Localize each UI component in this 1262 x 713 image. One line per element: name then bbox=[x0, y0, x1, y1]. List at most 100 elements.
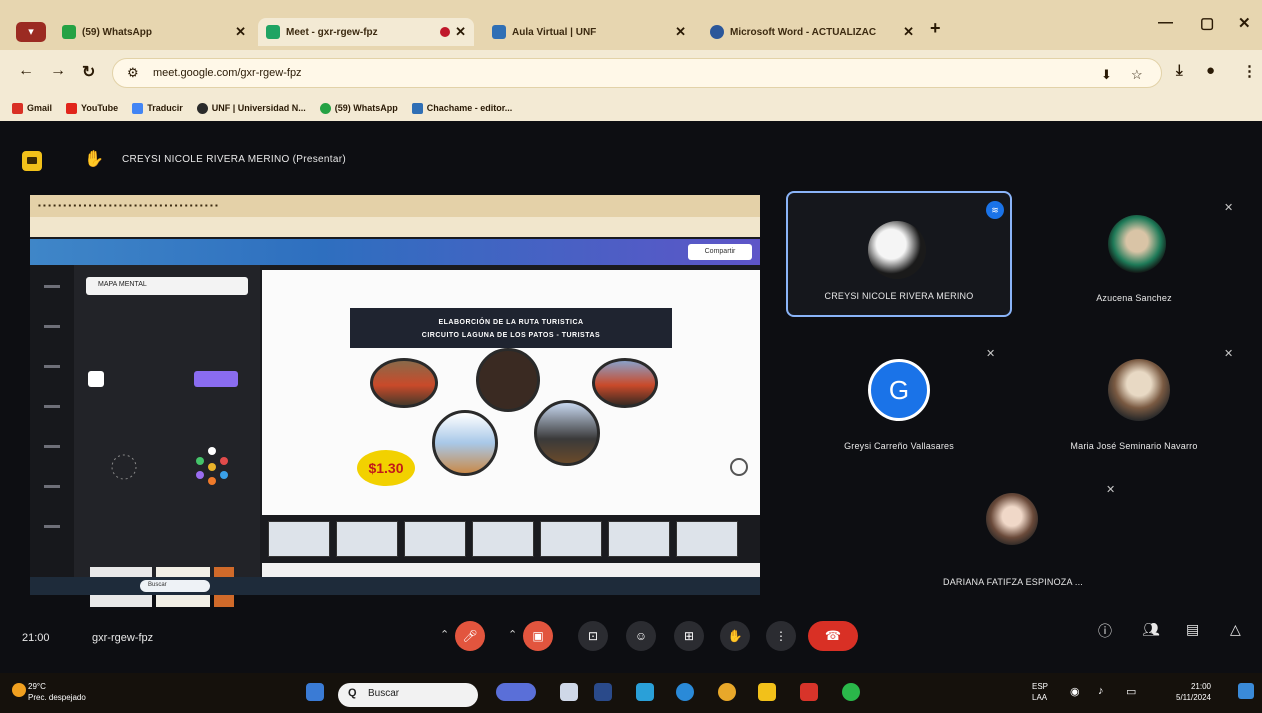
file-explorer-icon[interactable] bbox=[758, 683, 776, 701]
shared-taskbar-search: Buscar bbox=[140, 580, 210, 592]
shared-browser-tabs: ▪ ▪ ▪ ▪ ▪ ▪ ▪ ▪ ▪ ▪ ▪ ▪ ▪ ▪ ▪ ▪ ▪ ▪ ▪ ▪ … bbox=[30, 195, 760, 217]
close-icon[interactable]: ✕ bbox=[675, 24, 686, 40]
volume-icon[interactable]: ♪ bbox=[1098, 685, 1104, 697]
participant-name: CREYSI NICOLE RIVERA MERINO bbox=[824, 291, 974, 301]
canva-left-rail bbox=[30, 265, 74, 595]
tab-title: (59) WhatsApp bbox=[82, 26, 152, 38]
close-icon[interactable]: ✕ bbox=[455, 24, 466, 40]
emoji-button[interactable]: ☺ bbox=[626, 621, 656, 651]
chat-icon[interactable]: ▤ bbox=[1186, 621, 1199, 638]
tab-meet[interactable]: Meet - gxr-rgew-fpz ✕ bbox=[258, 18, 474, 46]
widget-icon[interactable] bbox=[496, 683, 536, 701]
info-icon[interactable]: ⓘ bbox=[1098, 621, 1112, 641]
close-icon[interactable]: ✕ bbox=[235, 24, 246, 40]
download-icon[interactable]: ⬇ bbox=[1101, 67, 1112, 83]
participant-tile[interactable]: ✕ Maria José Seminario Navarro bbox=[1024, 339, 1244, 465]
bookmark-unf[interactable]: UNF | Universidad N... bbox=[196, 102, 306, 114]
slide-photo bbox=[432, 410, 498, 476]
close-window-icon[interactable]: ✕ bbox=[1238, 14, 1251, 32]
avatar bbox=[986, 493, 1038, 545]
mic-off-icon: ✕ bbox=[986, 348, 996, 360]
more-options-button[interactable]: ⋮ bbox=[766, 621, 796, 651]
canva-bottom-bar bbox=[262, 563, 760, 577]
windows-start-icon[interactable] bbox=[306, 683, 324, 701]
bookmark-traducir[interactable]: Traducir bbox=[132, 102, 183, 114]
bookmark-chachame[interactable]: Chachame - editor... bbox=[411, 102, 513, 114]
lang-layout: LAA bbox=[1032, 693, 1048, 702]
tab-word[interactable]: Microsoft Word - ACTUALIZAC ✕ bbox=[702, 18, 922, 46]
clock-date: 5/11/2024 bbox=[1176, 693, 1211, 702]
minimize-icon[interactable]: — bbox=[1158, 14, 1173, 31]
downloads-icon[interactable]: ⤓ bbox=[1176, 62, 1183, 79]
notification-icon[interactable] bbox=[1238, 683, 1254, 699]
participant-tile-presenter[interactable]: ≋ CREYSI NICOLE RIVERA MERINO bbox=[786, 191, 1012, 317]
browser-toolbar: ← → ↻ ⚙ meet.google.com/gxr-rgew-fpz ⬇ ☆… bbox=[0, 50, 1262, 95]
bookmark-label: UNF | Universidad N... bbox=[211, 103, 306, 113]
present-screen-button[interactable]: ⊞ bbox=[674, 621, 704, 651]
bookmark-whatsapp[interactable]: (59) WhatsApp bbox=[319, 102, 398, 114]
bookmark-label: Chachame - editor... bbox=[426, 103, 513, 113]
task-view-icon[interactable] bbox=[560, 683, 578, 701]
participant-tile[interactable]: ✕ DARIANA FATIFZA ESPINOZA ... bbox=[900, 475, 1126, 601]
chrome-icon[interactable] bbox=[718, 683, 736, 701]
back-icon[interactable]: ← bbox=[18, 62, 34, 80]
app-icon[interactable] bbox=[594, 683, 612, 701]
shared-screen[interactable]: ▪ ▪ ▪ ▪ ▪ ▪ ▪ ▪ ▪ ▪ ▪ ▪ ▪ ▪ ▪ ▪ ▪ ▪ ▪ ▪ … bbox=[30, 195, 760, 607]
bookmark-youtube[interactable]: YouTube bbox=[66, 102, 118, 114]
leave-call-button[interactable]: ☎ bbox=[808, 621, 858, 651]
participant-tile[interactable]: ✕ G Greysi Carreño Vallasares bbox=[786, 339, 1012, 465]
participant-tile[interactable]: ✕ Azucena Sanchez bbox=[1024, 191, 1244, 317]
chevron-up-icon[interactable]: ⌃ bbox=[508, 628, 517, 641]
gmail-icon bbox=[12, 102, 23, 114]
whatsapp-icon bbox=[62, 25, 76, 39]
windows-taskbar: 29°C Prec. despejado Q Buscar ESP LAA ◉ … bbox=[0, 673, 1262, 713]
taskbar-clock[interactable]: 21:00 5/11/2024 bbox=[1176, 681, 1211, 703]
menu-icon[interactable]: ⋮ bbox=[1242, 62, 1257, 80]
camera-toggle-button[interactable]: ▣ bbox=[523, 621, 553, 651]
price-badge: $1.30 bbox=[357, 450, 415, 486]
tab-whatsapp[interactable]: (59) WhatsApp ✕ bbox=[54, 18, 254, 46]
reload-icon[interactable]: ↻ bbox=[82, 62, 95, 82]
slide-title-line2: CIRCUITO LAGUNA DE LOS PATOS - TURISTAS bbox=[421, 332, 601, 339]
site-settings-icon[interactable]: ⚙ bbox=[127, 65, 139, 81]
raise-hand-button[interactable]: ✋ bbox=[720, 621, 750, 651]
shared-url-bar bbox=[30, 217, 760, 237]
taskbar-search[interactable]: Q Buscar bbox=[338, 683, 478, 707]
audio-wave-icon: ≋ bbox=[986, 201, 1004, 219]
store-icon[interactable] bbox=[636, 683, 654, 701]
bookmark-star-icon[interactable]: ☆ bbox=[1131, 67, 1143, 83]
bookmark-gmail[interactable]: Gmail bbox=[12, 102, 52, 114]
canva-header: Compartir bbox=[30, 239, 760, 265]
language-indicator[interactable]: ESP LAA bbox=[1032, 681, 1048, 703]
activities-icon[interactable]: △ bbox=[1230, 621, 1241, 638]
clock-time: 21:00 bbox=[1190, 682, 1211, 691]
mic-toggle-button[interactable]: 🎤︎ bbox=[455, 621, 485, 651]
maximize-icon[interactable]: ▢ bbox=[1200, 14, 1214, 32]
people-icon[interactable]: 👥︎ bbox=[1142, 621, 1160, 638]
profile-icon[interactable]: ● bbox=[1206, 62, 1215, 79]
presenter-label: CREYSI NICOLE RIVERA MERINO (Presentar) bbox=[122, 154, 346, 165]
wifi-icon[interactable]: ◉ bbox=[1070, 685, 1080, 698]
presentation-icon bbox=[22, 151, 42, 171]
close-icon[interactable]: ✕ bbox=[903, 24, 914, 40]
canva-elements-panel: MAPA MENTAL bbox=[74, 265, 260, 607]
participant-name: Azucena Sanchez bbox=[1096, 293, 1172, 303]
forward-icon[interactable]: → bbox=[50, 62, 66, 80]
translate-icon bbox=[132, 102, 144, 114]
whatsapp-taskbar-icon[interactable] bbox=[842, 683, 860, 701]
tab-aula-virtual[interactable]: Aula Virtual | UNF ✕ bbox=[484, 18, 694, 46]
battery-icon[interactable]: ▭ bbox=[1126, 685, 1136, 698]
new-tab-icon[interactable]: + bbox=[930, 18, 941, 39]
weather-widget[interactable]: 29°C Prec. despejado bbox=[28, 681, 86, 703]
recording-icon bbox=[440, 27, 450, 37]
tab-search-button[interactable]: ▾ bbox=[16, 22, 46, 42]
office-icon[interactable] bbox=[800, 683, 818, 701]
slide-photo bbox=[592, 358, 658, 408]
edge-icon[interactable] bbox=[676, 683, 694, 701]
address-bar[interactable]: ⚙ meet.google.com/gxr-rgew-fpz ⬇ ☆ bbox=[112, 58, 1162, 88]
slide-photo bbox=[370, 358, 438, 408]
slide-title-line1: ELABORCIÓN DE LA RUTA TURISTICA bbox=[438, 319, 584, 326]
captions-button[interactable]: ⊡ bbox=[578, 621, 608, 651]
meeting-time: 21:00 bbox=[22, 632, 50, 644]
chevron-up-icon[interactable]: ⌃ bbox=[440, 628, 449, 641]
